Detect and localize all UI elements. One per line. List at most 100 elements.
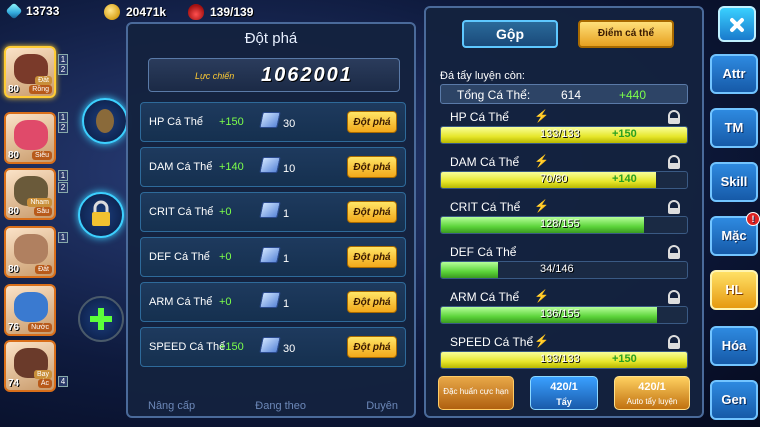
training-stat-add: +150 (612, 353, 637, 365)
party-slot[interactable]: 76 Nước (4, 284, 56, 336)
party-type-secondary: Bay (33, 370, 52, 379)
party-slot[interactable]: 74 Bay Ác (4, 340, 56, 392)
training-stat: CRIT Cá Thể ⚡ 128/155 (440, 199, 690, 244)
auto-wash-count: 420/1 (638, 381, 666, 393)
breakthrough-panel: Đột phá Lực chiến 1062001 HP Cá Thể +150 3… (126, 22, 416, 418)
total-value: 614 (561, 88, 582, 102)
nav-attr-button[interactable]: Attr (710, 54, 758, 94)
special-training-button[interactable]: Đặc huấn cực hạn (438, 376, 514, 410)
party-level: 80 (8, 264, 20, 275)
merge-tab[interactable]: Gộp (462, 20, 558, 48)
party-badge: 4 (58, 376, 68, 387)
monster-portrait (14, 292, 48, 322)
party-slot[interactable]: 80 Đất Rồng (4, 46, 56, 98)
breakthrough-button[interactable]: Đột phá (347, 111, 397, 133)
nav-label: Mặc (721, 228, 747, 243)
breakthrough-row: HP Cá Thể +150 30 Đột phá (140, 102, 406, 142)
party-slot[interactable]: 80 Siêu (4, 112, 56, 164)
scroll-icon (259, 337, 281, 353)
monster-portrait (14, 234, 48, 264)
lightning-icon: ⚡ (534, 154, 549, 168)
lock-icon[interactable] (668, 335, 680, 349)
nav-tm-button[interactable]: TM (710, 108, 758, 148)
diamond-counter: 13733 (5, 2, 59, 20)
training-stat-name: HP Cá Thể (450, 110, 509, 124)
scroll-icon (259, 202, 281, 218)
training-stat: HP Cá Thể ⚡ 133/133 +150 (440, 109, 690, 154)
stat-cost: 1 (283, 253, 290, 265)
special-training-label: Đặc huấn cực hạn (443, 387, 509, 396)
power-value: 1062001 (261, 64, 353, 86)
stat-cost: 30 (283, 343, 296, 355)
leaf-item-icon (96, 109, 114, 133)
lock-icon[interactable] (668, 290, 680, 304)
nav-hóa-button[interactable]: Hóa (710, 326, 758, 366)
training-stat-name: DAM Cá Thể (450, 155, 520, 169)
party-type-primary: Siêu (31, 151, 52, 160)
lock-slot-button[interactable] (78, 192, 124, 238)
tab-bond[interactable]: Duyên (366, 400, 398, 412)
stat-add: +0 (219, 206, 232, 218)
add-slot-button[interactable] (78, 296, 124, 342)
lock-icon[interactable] (668, 200, 680, 214)
training-progress-fill (441, 262, 499, 278)
nav-skill-button[interactable]: Skill (710, 162, 758, 202)
potion-value: 139/139 (210, 5, 254, 19)
lock-icon[interactable] (668, 110, 680, 124)
breakthrough-row: DEF Cá Thể +0 1 Đột phá (140, 237, 406, 277)
total-label: Tổng Cá Thể: (457, 88, 531, 102)
stat-add: +150 (219, 116, 244, 128)
training-stat: ARM Cá Thể ⚡ 136/155 (440, 289, 690, 334)
wash-count: 420/1 (550, 381, 578, 393)
party-badge: 1 (58, 170, 68, 181)
plus-icon (90, 308, 112, 330)
nav-label: HL (725, 282, 743, 297)
party-badge: 2 (58, 182, 68, 193)
lock-icon[interactable] (668, 245, 680, 259)
training-stat-value: 136/155 (540, 308, 580, 320)
stat-label: DEF Cá Thể (149, 251, 210, 263)
breakthrough-button[interactable]: Đột phá (347, 246, 397, 268)
training-stat-value: 70/80 (540, 173, 568, 185)
training-stat-name: SPEED Cá Thể (450, 335, 534, 349)
training-stat-add: +140 (612, 173, 637, 185)
breakthrough-button[interactable]: Đột phá (347, 291, 397, 313)
lock-icon[interactable] (668, 155, 680, 169)
party-slot[interactable]: 80 Nham Sâu (4, 168, 56, 220)
party-type-primary: Rồng (29, 85, 52, 94)
training-stat: DEF Cá Thể 34/146 (440, 245, 690, 289)
party-badge: 2 (58, 122, 68, 133)
breakthrough-button[interactable]: Đột phá (347, 156, 397, 178)
tab-upgrade[interactable]: Nâng cấp (148, 400, 195, 412)
nav-label: Hóa (721, 338, 747, 353)
diamond-icon (5, 2, 23, 20)
nav-hl-button[interactable]: HL (710, 270, 758, 310)
breakthrough-button[interactable]: Đột phá (347, 201, 397, 223)
bottom-tabs: Nâng cấp Đang theo Duyên (148, 400, 398, 412)
party-badge: 1 (58, 232, 68, 243)
tab-following[interactable]: Đang theo (255, 400, 306, 412)
party-level: 80 (8, 84, 20, 95)
party-badge: 2 (58, 64, 68, 75)
close-button[interactable] (718, 6, 756, 42)
stat-label: DAM Cá Thể (149, 161, 213, 173)
breakthrough-button[interactable]: Đột phá (347, 336, 397, 358)
potion-counter: 139/139 (188, 4, 253, 20)
nav-gen-button[interactable]: Gen (710, 380, 758, 420)
nav-mặc-button[interactable]: Mặc! (710, 212, 760, 256)
panel-title: Đột phá (244, 30, 298, 47)
stat-add: +0 (219, 296, 232, 308)
lightning-icon: ⚡ (534, 289, 549, 303)
item-slot-button[interactable] (82, 98, 128, 144)
points-tab[interactable]: Điểm cá thể (578, 20, 674, 48)
stat-cost: 10 (283, 163, 296, 175)
stat-label: SPEED Cá Thể (149, 341, 226, 353)
lock-icon (92, 200, 110, 226)
party-slot[interactable]: 80 Đất (4, 226, 56, 278)
auto-wash-button[interactable]: 420/1 Auto tẩy luyện (614, 376, 690, 410)
training-stat-name: CRIT Cá Thể (450, 200, 521, 214)
training-stat-name: DEF Cá Thể (450, 245, 517, 259)
wash-button[interactable]: 420/1 Tẩy (530, 376, 598, 410)
power-label: Lực chiến (195, 71, 235, 81)
lightning-icon: ⚡ (534, 109, 549, 123)
